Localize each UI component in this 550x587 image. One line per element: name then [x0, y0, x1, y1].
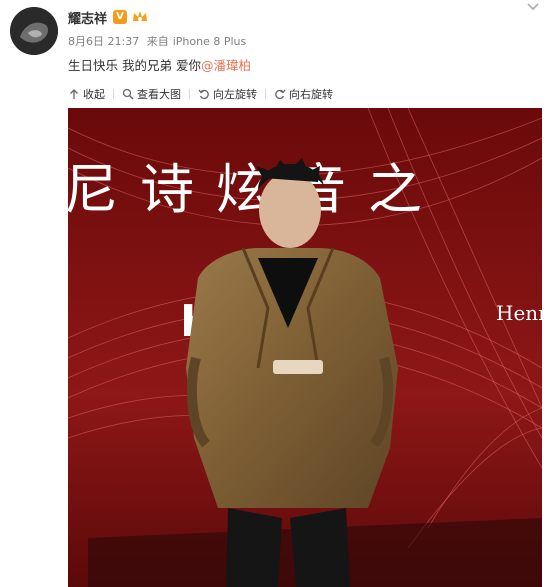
username[interactable]: 耀志祥 [68, 8, 107, 27]
weibo-post-card: 耀志祥 V 8月6日 21:37 来自 iPhone 8 Plus 生日快乐 我的… [0, 0, 550, 587]
rotate-right-button[interactable]: 向右旋转 [274, 86, 333, 102]
collapse-button[interactable]: 收起 [68, 86, 105, 102]
toolbar-divider [113, 89, 114, 99]
rotate-left-label: 向左旋转 [213, 88, 257, 101]
photo-image: 尼诗炫音之 Henr H [68, 108, 542, 587]
rotate-right-icon [275, 89, 286, 100]
post-meta: 8月6日 21:37 来自 iPhone 8 Plus [68, 33, 250, 49]
view-large-label: 查看大图 [137, 88, 181, 101]
post-timestamp[interactable]: 8月6日 21:37 [68, 35, 139, 48]
view-large-button[interactable]: 查看大图 [122, 86, 181, 102]
mention-link[interactable]: @潘瑋柏 [201, 58, 251, 73]
collapse-label: 收起 [83, 88, 105, 101]
avatar-image [10, 7, 58, 55]
source-prefix: 来自 [146, 35, 169, 48]
photo-banner-text: 尼诗炫音之 [68, 158, 444, 221]
toolbar-divider [265, 89, 266, 99]
post-body: 生日快乐 我的兄弟 爱你 [68, 58, 201, 73]
toolbar-divider [189, 89, 190, 99]
post-text: 生日快乐 我的兄弟 爱你@潘瑋柏 [68, 55, 251, 74]
collapse-icon [70, 89, 78, 99]
menu-caret-icon[interactable] [526, 2, 540, 12]
avatar[interactable] [10, 7, 58, 55]
rotate-left-icon [198, 89, 209, 100]
rotate-right-label: 向右旋转 [289, 88, 333, 101]
rotate-left-button[interactable]: 向左旋转 [198, 86, 257, 102]
post-photo[interactable]: 尼诗炫音之 Henr H [68, 108, 542, 587]
magnify-icon [122, 88, 134, 100]
member-crown-icon[interactable] [132, 10, 148, 24]
image-toolbar: 收起 查看大图 向左旋转 向右旋转 [68, 86, 333, 102]
photo-brand-text: Henr [496, 301, 542, 325]
post-source[interactable]: iPhone 8 Plus [173, 35, 247, 48]
verified-badge: V [113, 10, 127, 24]
